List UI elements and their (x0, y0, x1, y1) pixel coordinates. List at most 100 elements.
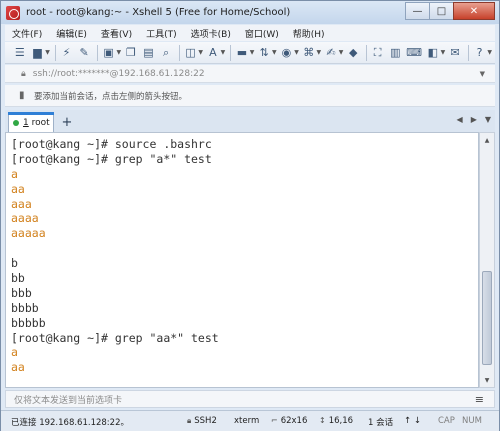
menu-view[interactable]: 查看(V) (94, 27, 139, 40)
terminal-line: aaaa (11, 211, 39, 226)
font-icon[interactable]: A (206, 45, 220, 61)
compose-bar[interactable]: 仅将文本发送到当前选项卡 ≡ (5, 390, 495, 408)
protocol-label: SSH2 (194, 416, 217, 426)
toolbar-divider (230, 44, 232, 61)
terminal-line: aa (11, 360, 25, 375)
terminal-line: bbbbb (11, 315, 46, 330)
compose-menu-icon[interactable]: ≡ (475, 393, 484, 406)
compose-dropdown-icon[interactable]: ▼ (339, 49, 344, 56)
terminal-line: bbbb (11, 300, 39, 315)
tab-number: 1 (23, 117, 29, 128)
open-folder-icon[interactable]: ▆ (31, 45, 45, 61)
terminal-line: aa (11, 181, 25, 196)
chat-icon[interactable]: ✉ (448, 45, 462, 61)
title-bar[interactable]: root - root@kang:~ - Xshell 5 (Free for … (1, 1, 499, 24)
layout-icon[interactable]: ◧ (426, 45, 440, 61)
color-dropdown-icon[interactable]: ▼ (198, 49, 203, 56)
toolbar: ☰ ▆ ▼ ⚡ ✎ ▣ ▼ ❐ ▤ ⌕ ◫ ▼ A ▼ ▬ ▼ ⇅ ▼ ◉ ▼ ⌘ ▼ ✍ ▼ ◆… (5, 42, 495, 64)
terminal-line: bbb (11, 285, 32, 300)
address-bar[interactable]: 🔒︎ ssh://root:*******@192.168.61.128:22 … (5, 65, 495, 83)
toolbar-divider (54, 44, 56, 61)
reconnect-icon[interactable]: ⚡ (60, 45, 74, 61)
connection-status: 已连接 192.168.61.128:22。 (11, 418, 129, 428)
open-dropdown-icon[interactable]: ▼ (45, 49, 50, 56)
new-tab-button[interactable]: + (58, 113, 76, 131)
transfer-dropdown-icon[interactable]: ▼ (272, 49, 277, 56)
tab-root[interactable]: 1 root (8, 112, 54, 132)
terminal-line: a (11, 166, 18, 181)
connected-status-icon (13, 119, 19, 126)
keyboard-icon[interactable]: ⌨ (406, 45, 422, 61)
transfer-icon[interactable]: ⇅ (257, 45, 271, 61)
tab-prev-icon[interactable]: ◀ (457, 115, 463, 124)
globe-dropdown-icon[interactable]: ▼ (294, 49, 299, 56)
hint-text: 要添加当前会话，点击左侧的箭头按钮。 (34, 91, 188, 102)
cursor-icon: ↕ (319, 416, 326, 425)
tab-list-icon[interactable]: ▼ (485, 115, 491, 124)
scroll-down-icon[interactable]: ▼ (480, 373, 494, 387)
terminal-line: bb (11, 271, 25, 286)
terminal-size: ⌐ 62x16 (271, 416, 307, 426)
properties-dropdown-icon[interactable]: ▼ (116, 49, 121, 56)
address-dropdown-icon[interactable]: ▼ (480, 70, 485, 78)
script-icon[interactable]: ⌘ (302, 45, 316, 61)
help-icon[interactable]: ? (473, 45, 487, 61)
layout-dropdown-icon[interactable]: ▼ (441, 49, 446, 56)
menu-help[interactable]: 帮助(H) (286, 27, 332, 40)
minimize-button[interactable]: — (405, 2, 430, 20)
menu-tools[interactable]: 工具(T) (139, 27, 184, 40)
print-icon[interactable]: ▬ (235, 45, 249, 61)
close-button[interactable]: ✕ (453, 2, 495, 20)
scroll-thumb[interactable] (482, 271, 492, 365)
highlight-icon[interactable]: ◆ (346, 45, 360, 61)
new-session-icon[interactable]: ☰ (13, 45, 27, 61)
maximize-button[interactable]: □ (429, 2, 454, 20)
terminal-line: aaaaa (11, 226, 46, 241)
menu-bar: 文件(F) 编辑(E) 查看(V) 工具(T) 选项卡(B) 窗口(W) 帮助(… (5, 25, 495, 41)
bookmark-arrow-icon[interactable]: ▮ (19, 90, 29, 101)
session-count: 1 会话 (368, 418, 394, 428)
font-dropdown-icon[interactable]: ▼ (221, 49, 226, 56)
terminal-line: a (11, 345, 18, 360)
terminal-lines: [root@kang ~]# source .bashrc [root@kang … (11, 137, 219, 375)
caps-lock-indicator: CAP (438, 416, 455, 426)
compose-input[interactable]: 仅将文本发送到当前选项卡 (14, 393, 122, 406)
toolbar-divider (178, 44, 180, 61)
toolbar-divider (467, 44, 469, 61)
terminal-line: b (11, 256, 18, 271)
terminal-output[interactable]: [root@kang ~]# source .bashrc [root@kang … (5, 132, 479, 388)
script-dropdown-icon[interactable]: ▼ (317, 49, 322, 56)
tab-navigation: ◀ ▶ ▼ (449, 115, 491, 124)
help-dropdown-icon[interactable]: ▼ (487, 49, 492, 56)
tab-next-icon[interactable]: ▶ (471, 115, 477, 124)
menu-edit[interactable]: 编辑(E) (49, 27, 94, 40)
cursor-position: ↕ 16,16 (319, 416, 353, 426)
properties-icon[interactable]: ▣ (102, 45, 116, 61)
fullscreen-icon[interactable]: ⛶ (371, 45, 385, 61)
terminal-line: [root@kang ~]# grep "aa*" test (11, 330, 219, 345)
window-title: root - root@kang:~ - Xshell 5 (Free for … (26, 7, 291, 18)
compose-icon[interactable]: ✍ (324, 45, 338, 61)
protocol-status: 🔒︎ SSH2 (187, 416, 217, 426)
window-controls: — □ ✕ (405, 2, 495, 20)
scroll-up-icon[interactable]: ▲ (480, 133, 494, 147)
tab-name: root (31, 117, 50, 128)
globe-icon[interactable]: ◉ (280, 45, 294, 61)
terminal-scrollbar[interactable]: ▲ ▼ (479, 132, 495, 388)
menu-tabs[interactable]: 选项卡(B) (184, 27, 238, 40)
terminal-line: [root@kang ~]# grep "a*" test (11, 151, 212, 166)
color-scheme-icon[interactable]: ◫ (184, 45, 198, 61)
copy-icon[interactable]: ❐ (124, 45, 138, 61)
find-icon[interactable]: ⌕ (159, 45, 173, 61)
menu-window[interactable]: 窗口(W) (238, 27, 286, 40)
paste-icon[interactable]: ▤ (142, 45, 156, 61)
disconnect-icon[interactable]: ✎ (77, 45, 91, 61)
status-bar: 已连接 192.168.61.128:22。 🔒︎ SSH2 xterm ⌐ 62x… (1, 410, 499, 431)
toolbar-divider (96, 44, 98, 61)
print-dropdown-icon[interactable]: ▼ (250, 49, 255, 56)
lock-icon: 🔒︎ (187, 416, 192, 425)
num-lock-indicator: NUM (462, 416, 482, 426)
lock-screen-icon[interactable]: ▥ (388, 45, 402, 61)
menu-file[interactable]: 文件(F) (5, 27, 49, 40)
